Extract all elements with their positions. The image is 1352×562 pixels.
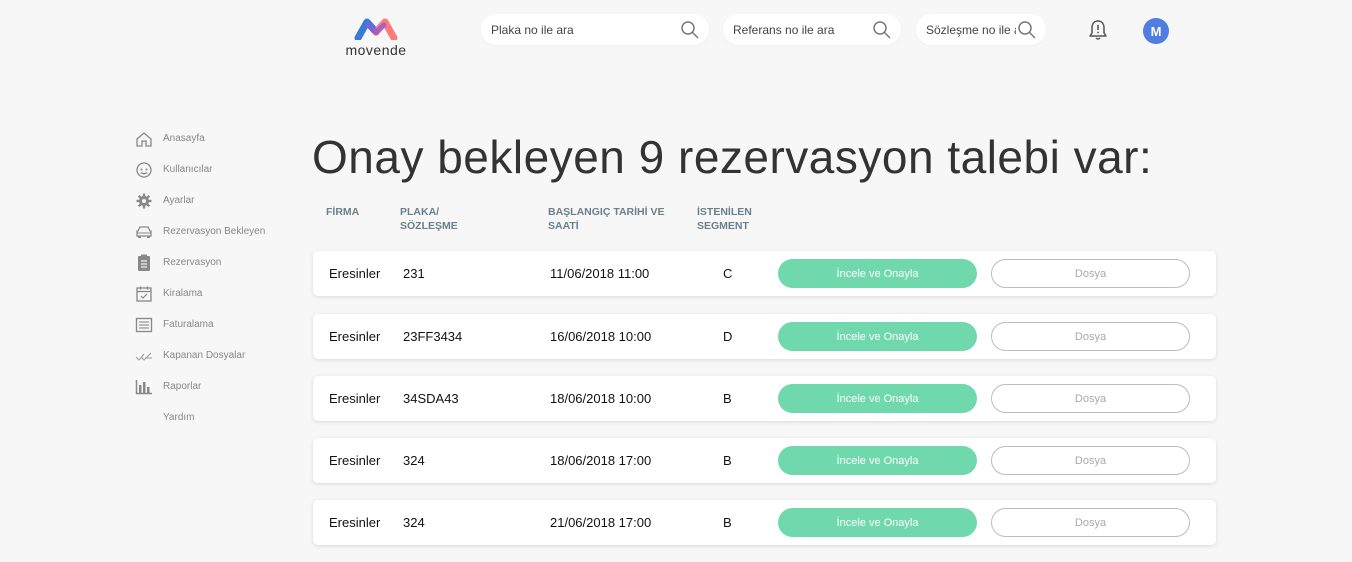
row-plaka: 23FF3434	[403, 329, 463, 344]
file-button[interactable]: Dosya	[991, 446, 1190, 475]
plate-search	[481, 14, 709, 45]
users-icon	[135, 161, 153, 179]
row-tarih: 18/06/2018 10:00	[550, 391, 652, 406]
contract-search-input[interactable]	[916, 22, 1016, 37]
row-tarih: 18/06/2018 17:00	[550, 453, 652, 468]
sidebar-item-kullanicilar[interactable]: Kullanıcılar	[135, 154, 265, 185]
review-approve-button[interactable]: İncele ve Onayla	[778, 259, 977, 288]
review-approve-button[interactable]: İncele ve Onayla	[778, 446, 977, 475]
calendar-icon	[135, 285, 153, 303]
row-tarih: 21/06/2018 17:00	[550, 515, 652, 530]
row-plaka: 324	[403, 515, 425, 530]
column-header-text: BAŞLANGIÇ TARİHİ VE	[548, 206, 665, 218]
contract-search	[916, 14, 1046, 45]
sidebar-item-rezervasyon[interactable]: Rezervasyon	[135, 247, 265, 278]
search-icon[interactable]	[1016, 19, 1038, 41]
file-button[interactable]: Dosya	[991, 508, 1190, 537]
review-approve-button[interactable]: İncele ve Onayla	[778, 508, 977, 537]
row-firma: Eresinler	[329, 266, 381, 281]
sidebar-item-label: Anasayfa	[163, 133, 205, 144]
column-header-tarih: BAŞLANGIÇ TARİHİ VE SAATİ	[548, 205, 664, 233]
table-row: Eresinler 324 18/06/2018 17:00 B İncele …	[313, 438, 1216, 483]
row-firma: Eresinler	[329, 453, 381, 468]
gear-icon	[135, 192, 153, 210]
column-header-firma: FİRMA	[326, 205, 359, 219]
row-segment: D	[723, 329, 733, 344]
clipboard-icon	[135, 254, 153, 272]
search-icon[interactable]	[871, 19, 893, 41]
sidebar-item-label: Kullanıcılar	[163, 164, 213, 175]
row-firma: Eresinler	[329, 329, 381, 344]
search-icon[interactable]	[679, 19, 701, 41]
sidebar: Anasayfa Kullanıcılar Ayarlar Rezervasyo…	[135, 123, 265, 433]
column-header-text: FİRMA	[326, 206, 360, 218]
sidebar-item-label: Raporlar	[163, 381, 202, 392]
reference-search	[723, 14, 901, 45]
sidebar-item-label: Kapanan Dosyalar	[163, 350, 246, 361]
reference-search-input[interactable]	[723, 22, 871, 37]
brand-name: movende	[345, 42, 407, 58]
row-firma: Eresinler	[329, 515, 381, 530]
sidebar-item-label: Rezervasyon	[163, 257, 222, 268]
sidebar-item-label: Rezervasyon Bekleyen	[163, 226, 266, 237]
column-header-text: SAATİ	[548, 220, 579, 232]
sidebar-item-kiralama[interactable]: Kiralama	[135, 278, 265, 309]
file-button[interactable]: Dosya	[991, 259, 1190, 288]
row-segment: C	[723, 266, 733, 281]
file-button[interactable]: Dosya	[991, 322, 1190, 351]
sidebar-item-rezervasyon-bekleyen[interactable]: Rezervasyon Bekleyen	[135, 216, 265, 247]
bar-chart-icon	[135, 378, 153, 396]
car-icon	[135, 223, 153, 241]
user-avatar[interactable]: M	[1143, 18, 1169, 44]
row-plaka: 34SDA43	[403, 391, 459, 406]
sidebar-item-ayarlar[interactable]: Ayarlar	[135, 185, 265, 216]
notification-bell-icon[interactable]	[1087, 19, 1109, 41]
plate-search-input[interactable]	[481, 22, 679, 37]
column-header-text: SEGMENT	[697, 220, 749, 232]
sidebar-item-yardim[interactable]: Yardım	[135, 402, 265, 433]
check-icon	[135, 347, 153, 365]
column-header-segment: İSTENİLEN SEGMENT	[697, 205, 752, 233]
row-firma: Eresinler	[329, 391, 381, 406]
column-header-plaka: PLAKA/SÖZLEŞME	[400, 205, 458, 233]
sidebar-item-faturalama[interactable]: Faturalama	[135, 309, 265, 340]
file-button[interactable]: Dosya	[991, 384, 1190, 413]
table-row: Eresinler 23FF3434 16/06/2018 10:00 D İn…	[313, 314, 1216, 359]
invoice-icon	[135, 316, 153, 334]
home-icon	[135, 130, 153, 148]
row-tarih: 16/06/2018 10:00	[550, 329, 652, 344]
row-plaka: 231	[403, 266, 425, 281]
logo-mark-icon	[354, 18, 398, 40]
table-row: Eresinler 34SDA43 18/06/2018 10:00 B İnc…	[313, 376, 1216, 421]
page-title: Onay bekleyen 9 rezervasyon talebi var:	[312, 131, 1153, 183]
table-row: Eresinler 231 11/06/2018 11:00 C İncele …	[313, 251, 1216, 296]
sidebar-item-raporlar[interactable]: Raporlar	[135, 371, 265, 402]
table-row: Eresinler 324 21/06/2018 17:00 B İncele …	[313, 500, 1216, 545]
column-header-text: SÖZLEŞME	[400, 220, 458, 232]
sidebar-item-kapanan-dosyalar[interactable]: Kapanan Dosyalar	[135, 340, 265, 371]
row-tarih: 11/06/2018 11:00	[550, 266, 650, 281]
row-segment: B	[723, 515, 732, 530]
row-segment: B	[723, 391, 732, 406]
column-header-text: PLAKA/	[400, 206, 440, 218]
sidebar-item-label: Yardım	[163, 412, 195, 423]
review-approve-button[interactable]: İncele ve Onayla	[778, 384, 977, 413]
brand-logo[interactable]: movende	[340, 18, 412, 58]
review-approve-button[interactable]: İncele ve Onayla	[778, 322, 977, 351]
sidebar-item-label: Faturalama	[163, 319, 214, 330]
sidebar-item-anasayfa[interactable]: Anasayfa	[135, 123, 265, 154]
row-plaka: 324	[403, 453, 425, 468]
sidebar-item-label: Ayarlar	[163, 195, 195, 206]
sidebar-item-label: Kiralama	[163, 288, 203, 299]
row-segment: B	[723, 453, 732, 468]
column-header-text: İSTENİLEN	[697, 206, 752, 218]
